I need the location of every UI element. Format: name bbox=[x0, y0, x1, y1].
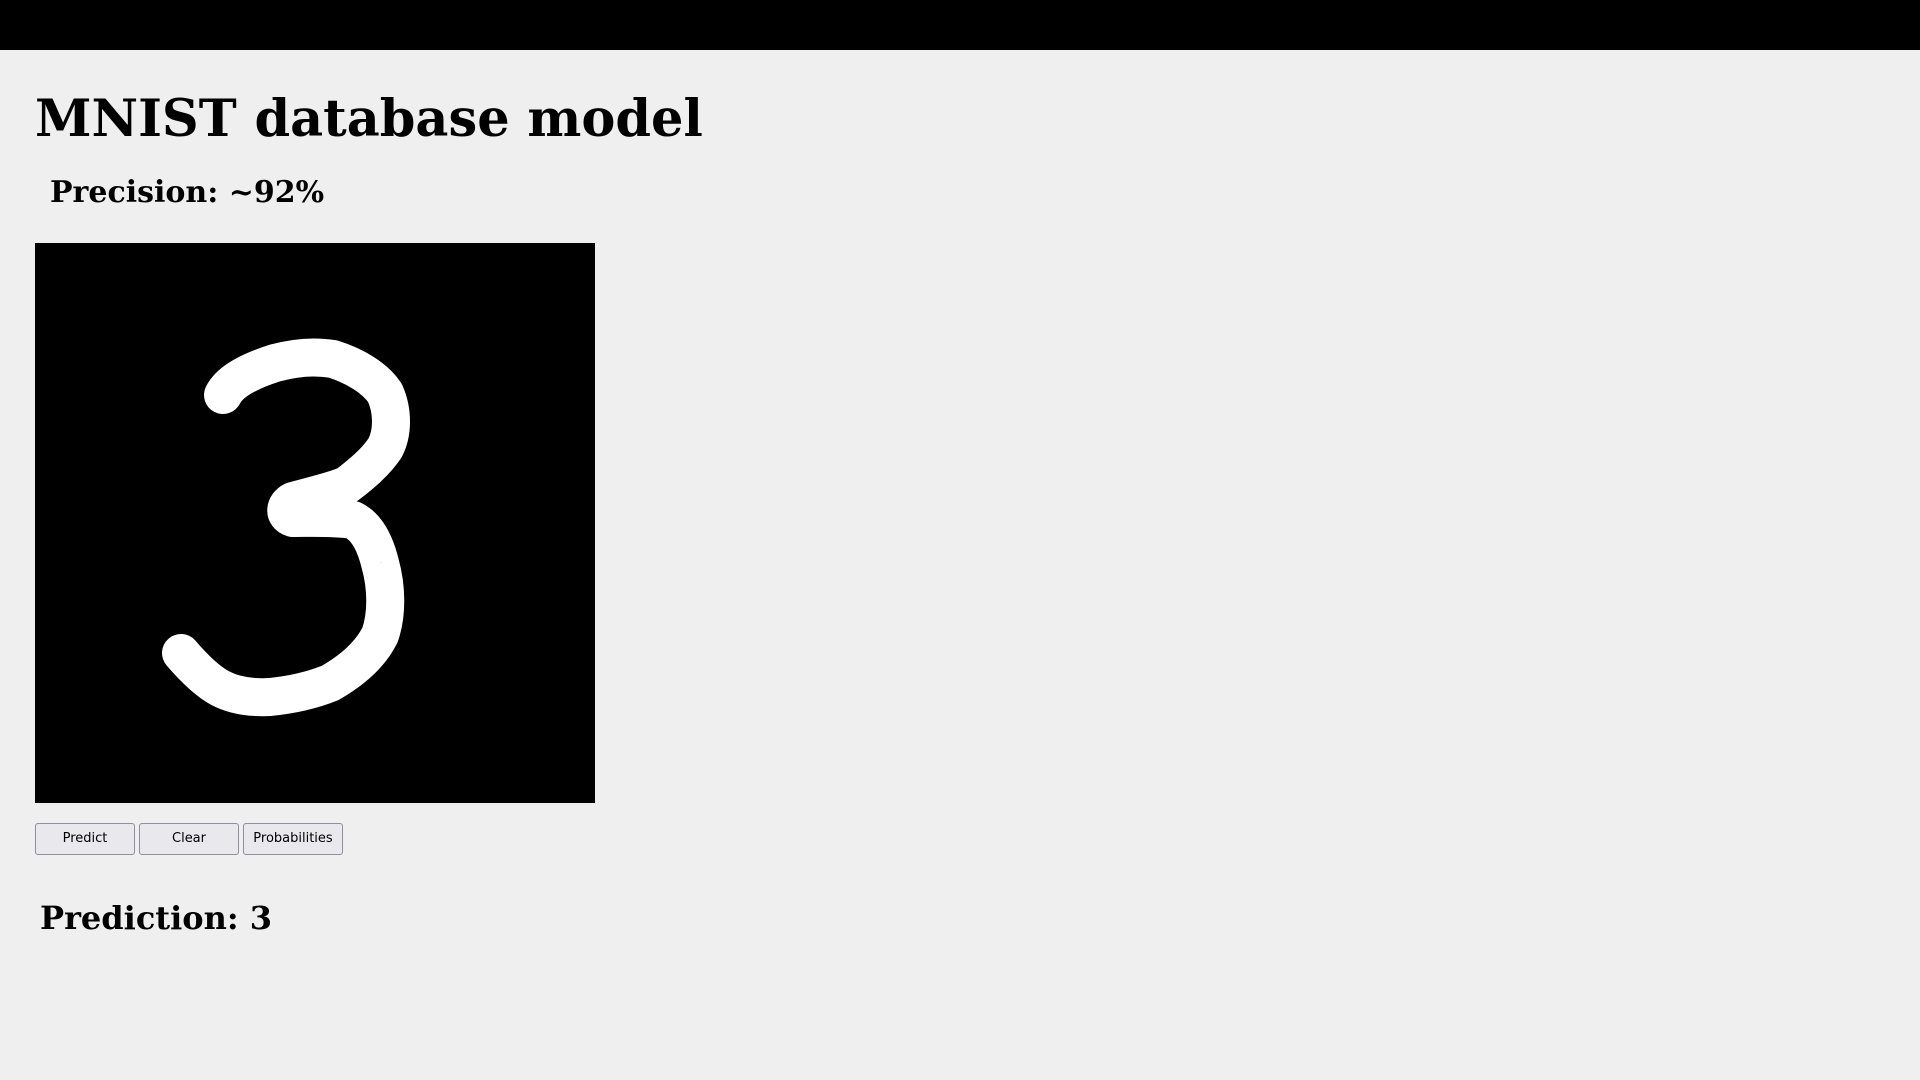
prediction-result: Prediction: 3 bbox=[40, 899, 273, 937]
drawn-digit-stroke bbox=[162, 338, 410, 717]
predict-button[interactable]: Predict bbox=[35, 823, 135, 855]
page-title: MNIST database model bbox=[35, 89, 703, 149]
probabilities-button[interactable]: Probabilities bbox=[243, 823, 343, 855]
action-buttons: Predict Clear Probabilities bbox=[35, 823, 343, 855]
clear-button[interactable]: Clear bbox=[139, 823, 239, 855]
top-bar bbox=[0, 0, 1920, 50]
drawing-canvas[interactable] bbox=[35, 243, 595, 803]
precision-label: Precision: ~92% bbox=[50, 175, 325, 210]
